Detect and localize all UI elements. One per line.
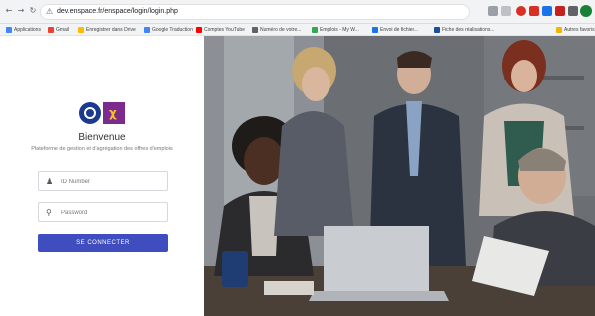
forward-icon[interactable]: → (16, 6, 26, 16)
bookmark-other[interactable]: Autres favoris (556, 26, 595, 34)
page-icon (434, 27, 440, 33)
bookmark-item[interactable]: Google Traduction (144, 26, 193, 34)
bookmark-item[interactable]: Enregistrer dans Drive (78, 26, 136, 34)
bookmark-star-icon[interactable] (501, 6, 511, 16)
partner-logo: χ (103, 102, 125, 124)
security-icon: ⚠ (46, 7, 54, 16)
welcome-title: Bienvenue (78, 132, 126, 143)
apps-icon (6, 27, 12, 33)
key-icon: ⚲ (46, 208, 52, 217)
hero-image (204, 36, 595, 316)
username-input[interactable] (61, 175, 161, 188)
extension-icon[interactable] (516, 6, 526, 16)
bookmark-item[interactable]: Comptes YouTube (196, 26, 245, 34)
translate-icon[interactable] (488, 6, 498, 16)
bookmark-item[interactable]: Envoi de fichier... (372, 26, 418, 34)
address-text[interactable]: dev.enspace.fr/enspace/login/login.php (57, 8, 178, 15)
reload-icon[interactable]: ↻ (28, 6, 38, 16)
gmail-icon (48, 27, 54, 33)
organization-logo (79, 102, 101, 124)
bookmark-item[interactable]: Fiche des réalisations... (434, 26, 495, 34)
username-field[interactable]: ♟ (38, 171, 168, 191)
translate-icon (144, 27, 150, 33)
address-bar[interactable]: ⚠ dev.enspace.fr/enspace/login/login.php (40, 4, 470, 20)
login-panel: χ Bienvenue Plateforme de gestion et d'a… (0, 36, 204, 316)
page-icon (312, 27, 318, 33)
bookmarks-bar: Applications Gmail Enregistrer dans Driv… (0, 24, 595, 36)
profile-avatar[interactable] (580, 5, 592, 17)
user-icon: ♟ (46, 177, 54, 186)
bookmark-item[interactable]: Gmail (48, 26, 69, 34)
platform-subtitle: Plateforme de gestion et d'agrégation de… (31, 146, 173, 152)
globe-icon (252, 27, 258, 33)
password-input[interactable] (61, 206, 161, 219)
bookmark-item[interactable]: Emplois - My W... (312, 26, 359, 34)
back-icon[interactable]: ← (4, 6, 14, 16)
password-field[interactable]: ⚲ (38, 202, 168, 222)
page-icon (372, 27, 378, 33)
extensions-puzzle-icon[interactable] (568, 6, 578, 16)
extension-icon[interactable] (529, 6, 539, 16)
extension-icon[interactable] (555, 6, 565, 16)
bookmark-item[interactable]: Applications (6, 26, 41, 34)
bookmark-item[interactable]: Numéro de votre... (252, 26, 301, 34)
browser-toolbar: ← → ↻ ⚠ dev.enspace.fr/enspace/login/log… (0, 0, 595, 24)
folder-icon (556, 27, 562, 33)
login-button[interactable]: SE CONNECTER (38, 234, 168, 252)
drive-icon (78, 27, 84, 33)
youtube-icon (196, 27, 202, 33)
extension-icon[interactable] (542, 6, 552, 16)
